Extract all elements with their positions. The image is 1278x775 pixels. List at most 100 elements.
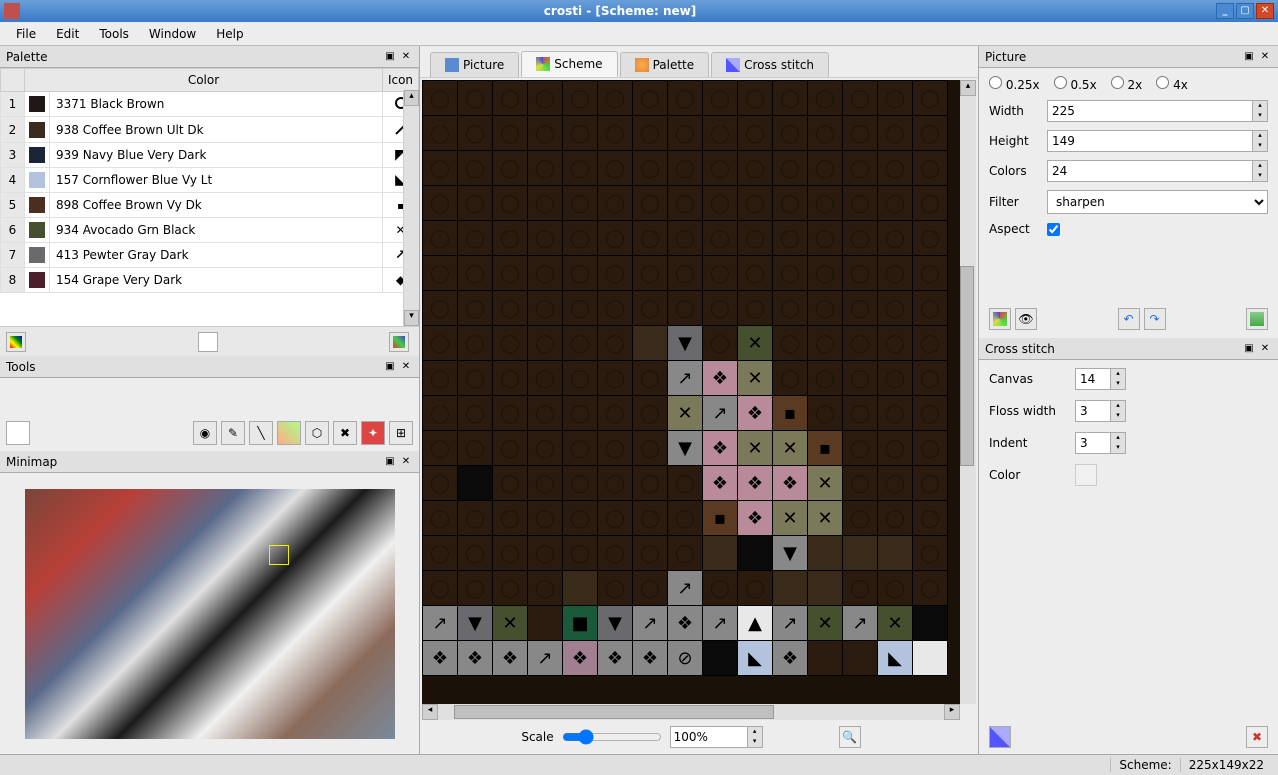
- width-input[interactable]: [1047, 100, 1253, 122]
- menu-help[interactable]: Help: [206, 23, 253, 45]
- panel-float-icon[interactable]: ▣: [1242, 342, 1256, 356]
- tab-scheme[interactable]: Scheme: [521, 51, 617, 77]
- menu-edit[interactable]: Edit: [46, 23, 89, 45]
- color-picker-button[interactable]: [1075, 464, 1097, 486]
- panel-float-icon[interactable]: ▣: [383, 455, 397, 469]
- spin-up-icon[interactable]: ▴: [1111, 433, 1125, 443]
- panel-close-icon[interactable]: ✕: [399, 50, 413, 64]
- export-button[interactable]: [1246, 308, 1268, 330]
- close-button[interactable]: ✕: [1256, 3, 1274, 19]
- menubar: File Edit Tools Window Help: [0, 22, 1278, 46]
- palette-row[interactable]: 3 939 Navy Blue Very Dark: [1, 143, 419, 168]
- height-input[interactable]: [1047, 130, 1253, 152]
- tool-pencil[interactable]: ✎: [221, 421, 245, 445]
- zoom-05x-radio[interactable]: 0.5x: [1054, 76, 1097, 92]
- palette-row[interactable]: 4 157 Cornflower Blue Vy Lt: [1, 168, 419, 193]
- redo-button[interactable]: ↷: [1144, 308, 1166, 330]
- palette-row[interactable]: 5 898 Coffee Brown Vy Dk: [1, 193, 419, 218]
- palette-color-button[interactable]: [389, 332, 409, 352]
- canvas-hscrollbar[interactable]: ◂ ▸: [422, 704, 960, 720]
- scrollbar-thumb[interactable]: [454, 705, 774, 719]
- tool-replace[interactable]: ✦: [361, 421, 385, 445]
- zoom-4x-radio[interactable]: 4x: [1156, 76, 1188, 92]
- zoom-fit-button[interactable]: 🔍: [839, 726, 861, 748]
- scrollbar-thumb[interactable]: [960, 266, 974, 466]
- spin-down-icon[interactable]: ▾: [1253, 111, 1267, 121]
- palette-panel: Palette ▣ ✕ Color Icon 1 3371 Black Brow…: [0, 46, 419, 356]
- minimize-button[interactable]: _: [1216, 3, 1234, 19]
- scroll-right-icon[interactable]: ▸: [944, 704, 960, 720]
- panel-close-icon[interactable]: ✕: [399, 455, 413, 469]
- indent-input[interactable]: [1075, 432, 1111, 454]
- spin-up-icon[interactable]: ▴: [1253, 161, 1267, 171]
- palette-row[interactable]: 7 413 Pewter Gray Dark: [1, 243, 419, 268]
- scroll-down-icon[interactable]: ▾: [404, 310, 419, 326]
- scroll-left-icon[interactable]: ◂: [422, 704, 438, 720]
- colors-input[interactable]: [1047, 160, 1253, 182]
- tab-picture[interactable]: Picture: [430, 52, 519, 77]
- statusbar: Scheme: 225x149x22: [0, 754, 1278, 775]
- scale-input[interactable]: [670, 726, 748, 748]
- menu-file[interactable]: File: [6, 23, 46, 45]
- panel-float-icon[interactable]: ▣: [383, 360, 397, 374]
- scroll-up-icon[interactable]: ▴: [960, 80, 976, 96]
- floss-width-label: Floss width: [989, 404, 1067, 418]
- palette-scrollbar[interactable]: ▴ ▾: [403, 90, 419, 326]
- apply-button[interactable]: [989, 308, 1011, 330]
- zoom-025x-radio[interactable]: 0.25x: [989, 76, 1040, 92]
- spin-up-icon[interactable]: ▴: [1253, 131, 1267, 141]
- palette-row[interactable]: 8 154 Grape Very Dark: [1, 268, 419, 293]
- panel-close-icon[interactable]: ✕: [1258, 50, 1272, 64]
- undo-button[interactable]: ↶: [1118, 308, 1140, 330]
- panel-float-icon[interactable]: ▣: [1242, 50, 1256, 64]
- tool-erase[interactable]: ✖: [333, 421, 357, 445]
- cross-stitch-delete[interactable]: ✖: [1246, 726, 1268, 748]
- palette-row[interactable]: 2 938 Coffee Brown Ult Dk: [1, 117, 419, 143]
- tab-cross-stitch[interactable]: Cross stitch: [711, 52, 829, 77]
- panel-float-icon[interactable]: ▣: [383, 50, 397, 64]
- scroll-up-icon[interactable]: ▴: [404, 90, 419, 106]
- palette-row[interactable]: 1 3371 Black Brown: [1, 92, 419, 117]
- spin-down-icon[interactable]: ▾: [1111, 443, 1125, 453]
- tool-fill[interactable]: ⬡: [305, 421, 329, 445]
- spin-up-icon[interactable]: ▴: [1253, 101, 1267, 111]
- picture-panel-title: Picture: [985, 50, 1240, 64]
- palette-add-color-button[interactable]: [6, 332, 26, 352]
- spin-down-icon[interactable]: ▾: [1253, 171, 1267, 181]
- scale-slider[interactable]: [562, 729, 662, 745]
- tool-grid[interactable]: ⊞: [389, 421, 413, 445]
- spin-down-icon[interactable]: ▾: [1111, 379, 1125, 389]
- palette-white-swatch[interactable]: [198, 332, 218, 352]
- preview-button[interactable]: 👁: [1015, 308, 1037, 330]
- panel-close-icon[interactable]: ✕: [1258, 342, 1272, 356]
- spin-up-icon[interactable]: ▴: [1111, 401, 1125, 411]
- spin-up-icon[interactable]: ▴: [748, 727, 762, 737]
- spin-down-icon[interactable]: ▾: [1253, 141, 1267, 151]
- canvas-vscrollbar[interactable]: ▴: [960, 80, 976, 704]
- floss-width-input[interactable]: [1075, 400, 1111, 422]
- tool-line[interactable]: ╲: [249, 421, 273, 445]
- tab-palette[interactable]: Palette: [620, 52, 710, 77]
- tool-fill-pattern[interactable]: [277, 421, 301, 445]
- spin-up-icon[interactable]: ▴: [1111, 369, 1125, 379]
- tool-eyedropper[interactable]: ◉: [193, 421, 217, 445]
- minimap-panel: Minimap ▣ ✕: [0, 451, 419, 754]
- cross-stitch-panel-title: Cross stitch: [985, 342, 1240, 356]
- filter-select[interactable]: sharpen: [1047, 190, 1268, 214]
- maximize-button[interactable]: ▢: [1236, 3, 1254, 19]
- scheme-canvas[interactable]: ◯◯◯◯◯◯◯◯◯◯◯◯◯◯◯◯◯◯◯◯◯◯◯◯◯◯◯◯◯◯◯◯◯◯◯◯◯◯◯◯…: [422, 80, 960, 704]
- spin-down-icon[interactable]: ▾: [748, 737, 762, 747]
- palette-row[interactable]: 6 934 Avocado Grn Black: [1, 218, 419, 243]
- spin-down-icon[interactable]: ▾: [1111, 411, 1125, 421]
- aspect-checkbox[interactable]: [1047, 223, 1060, 236]
- minimap-image[interactable]: [25, 489, 395, 739]
- menu-window[interactable]: Window: [139, 23, 206, 45]
- minimap-viewport-rect[interactable]: [269, 545, 289, 565]
- tool-current-swatch[interactable]: [6, 421, 30, 445]
- menu-tools[interactable]: Tools: [89, 23, 139, 45]
- cross-stitch-apply[interactable]: [989, 726, 1011, 748]
- zoom-2x-radio[interactable]: 2x: [1111, 76, 1143, 92]
- canvas-input[interactable]: [1075, 368, 1111, 390]
- filter-label: Filter: [989, 195, 1039, 209]
- panel-close-icon[interactable]: ✕: [399, 360, 413, 374]
